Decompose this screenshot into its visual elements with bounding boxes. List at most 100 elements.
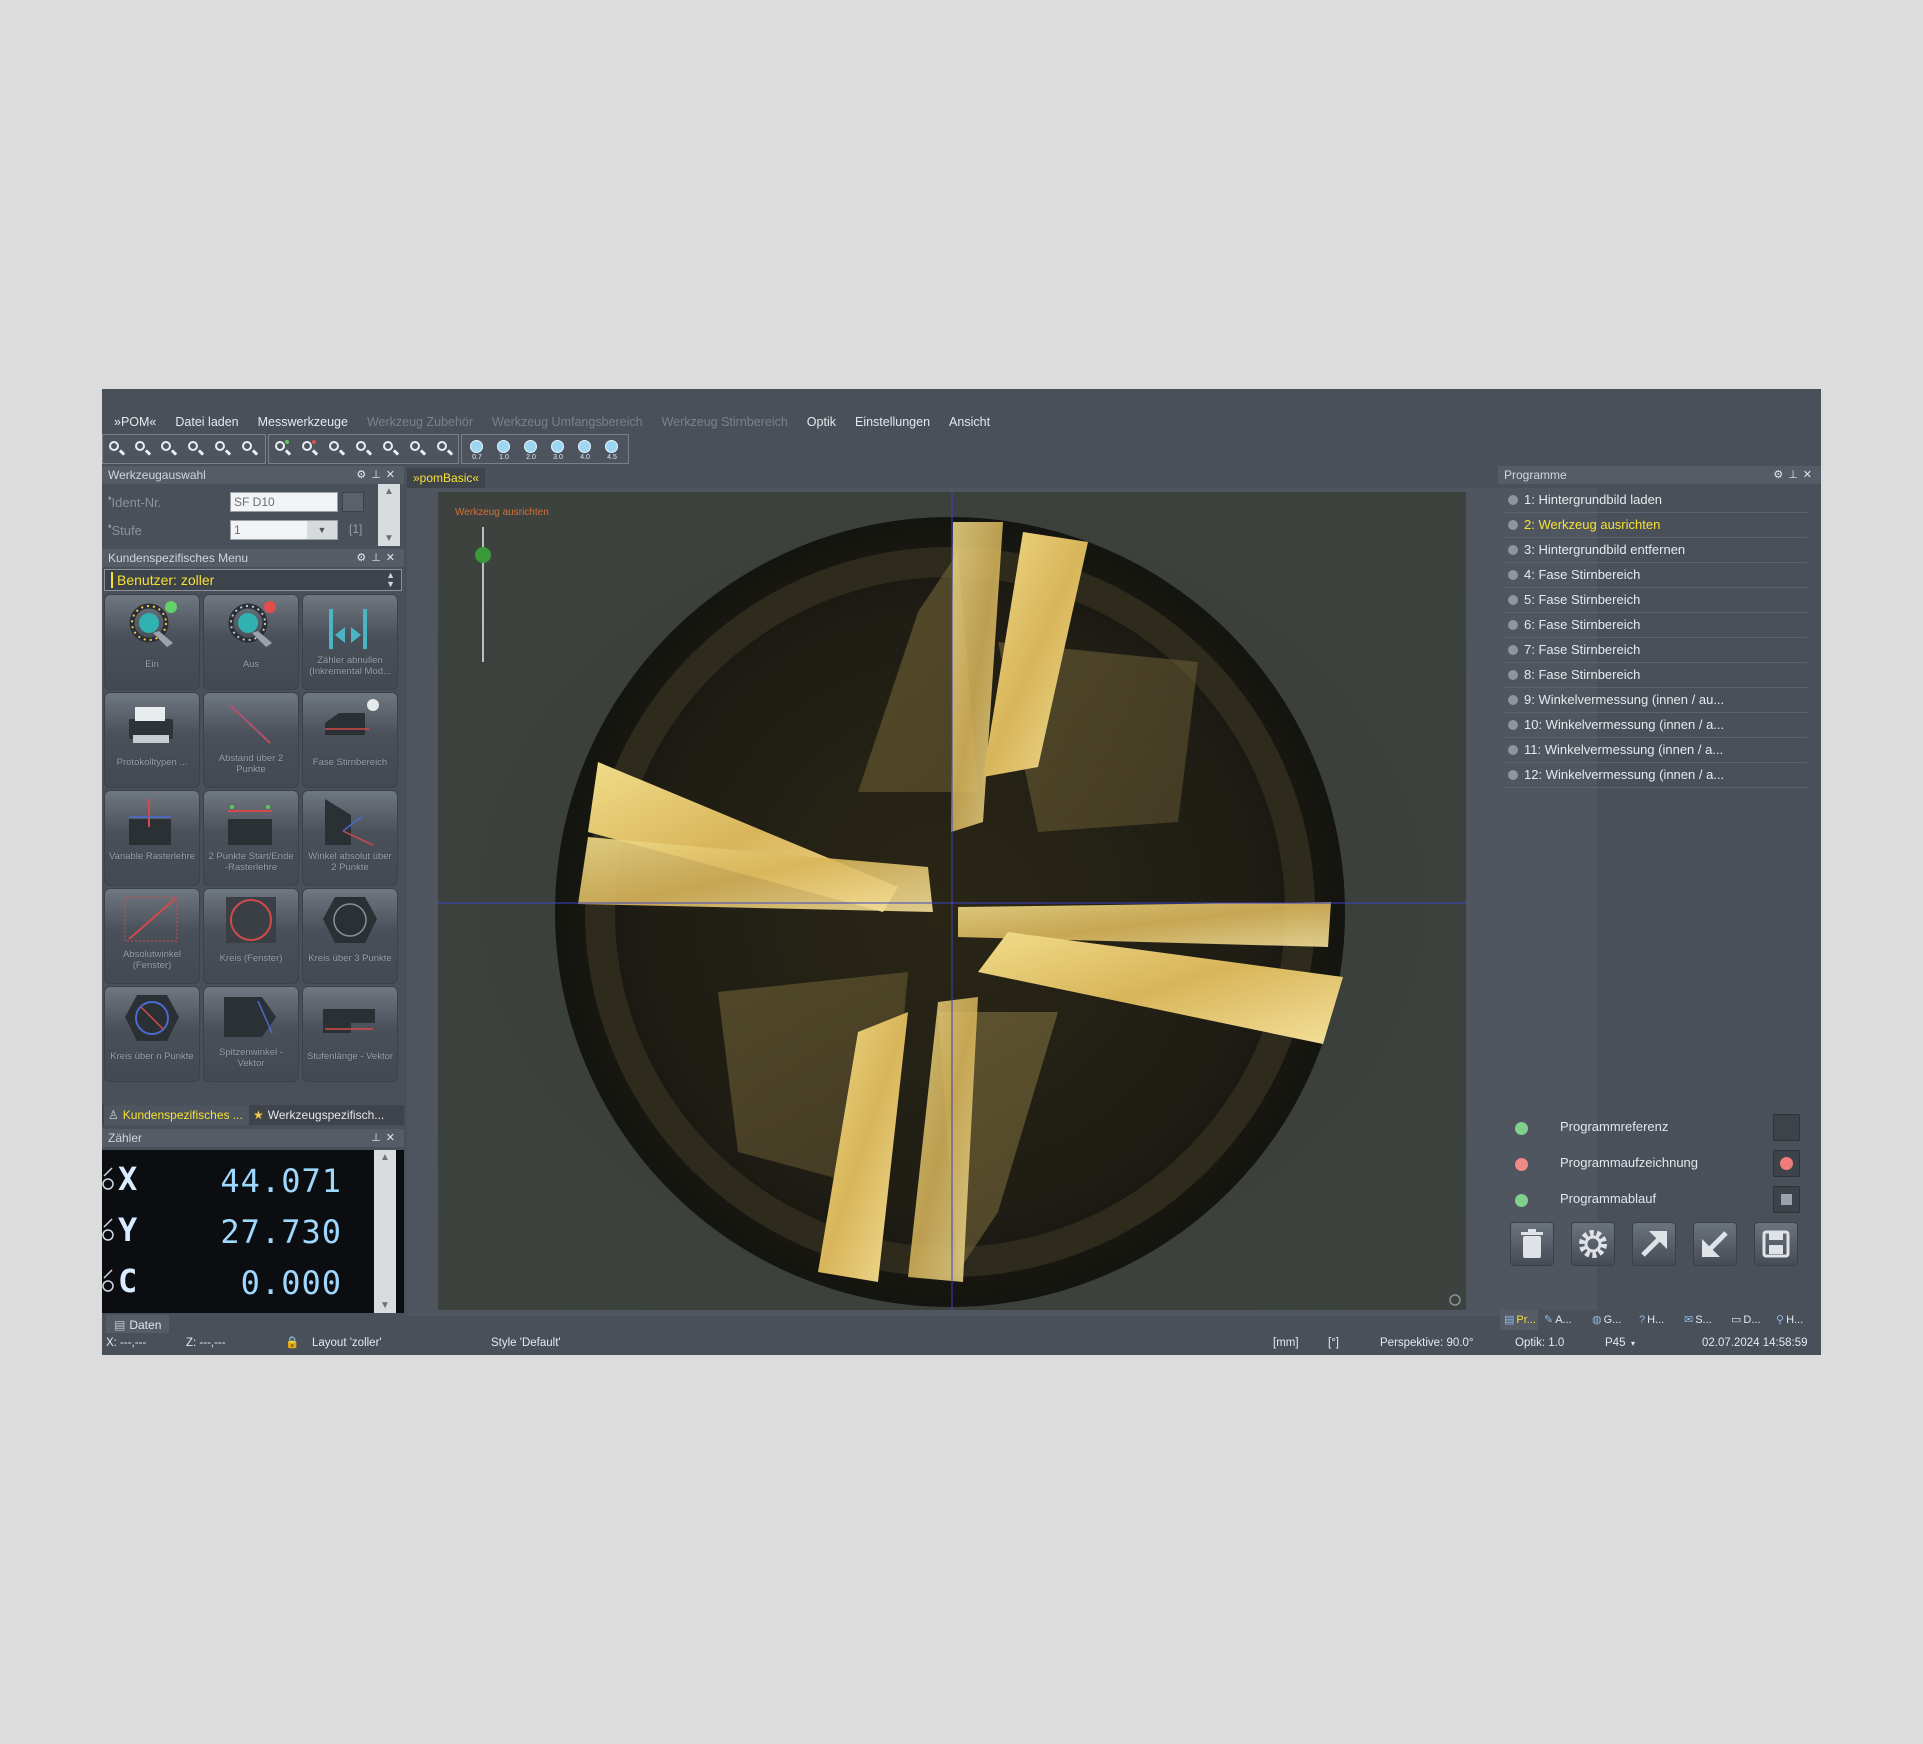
- menu-werkzeug-zubehoer[interactable]: Werkzeug Zubehör: [367, 415, 473, 429]
- menu-werkzeug-umfangsbereich[interactable]: Werkzeug Umfangsbereich: [492, 415, 643, 429]
- measure-line-icon[interactable]: [299, 439, 321, 461]
- record-icon[interactable]: [1773, 1150, 1800, 1177]
- save-button[interactable]: [1754, 1222, 1798, 1266]
- chevron-down-icon[interactable]: ▼: [307, 521, 337, 539]
- updown-icon[interactable]: ▲ ▼: [386, 571, 395, 589]
- program-item-1[interactable]: 1: Hintergrundbild laden: [1504, 488, 1807, 513]
- program-item-2[interactable]: 2: Werkzeug ausrichten: [1504, 513, 1807, 538]
- user-selector[interactable]: Benutzer: zoller ▲ ▼: [104, 569, 402, 591]
- magnification-2-0-button[interactable]: 2.0: [520, 440, 542, 462]
- tile-zaehler-abnullen[interactable]: Zähler abnullen (Inkremental Mod...: [302, 594, 398, 690]
- tile-stufenlaenge[interactable]: Stufenlänge - Vektor: [302, 986, 398, 1082]
- chevron-down-icon[interactable]: ▾: [1631, 1339, 1635, 1348]
- magnification-3-0-button[interactable]: 3.0: [547, 440, 569, 462]
- program-item-8[interactable]: 8: Fase Stirnbereich: [1504, 663, 1807, 688]
- zoom-window-icon[interactable]: [212, 439, 234, 461]
- scroll-up-icon[interactable]: ▲: [378, 486, 400, 497]
- reference-icon[interactable]: [1773, 1114, 1800, 1141]
- tile-winkel-absolut[interactable]: Winkel absolut über 2 Punkte: [302, 790, 398, 886]
- magnification-0-7-button[interactable]: 0.7: [466, 440, 488, 462]
- tab-h[interactable]: ? H...: [1639, 1310, 1664, 1330]
- magnification-1-0-button[interactable]: 1.0: [493, 440, 515, 462]
- tab-werkzeugspezifisch[interactable]: ★ Werkzeugspezifisch...: [253, 1105, 384, 1125]
- measure-dollar-icon[interactable]: [434, 439, 456, 461]
- tile-kreis-n-punkte[interactable]: Kreis über n Punkte: [104, 986, 200, 1082]
- program-item-7[interactable]: 7: Fase Stirnbereich: [1504, 638, 1807, 663]
- counter-scrollbar[interactable]: ▲ ▼: [374, 1150, 396, 1313]
- tile-variable-rasterlehre[interactable]: Variable Rasterlehre: [104, 790, 200, 886]
- measure-angle-icon[interactable]: [326, 439, 348, 461]
- zoom-out-icon[interactable]: [132, 439, 154, 461]
- zoom-fit-icon[interactable]: [158, 439, 180, 461]
- ident-lookup-button[interactable]: [342, 492, 364, 512]
- program-item-3[interactable]: 3: Hintergrundbild entfernen: [1504, 538, 1807, 563]
- tab-pombasic[interactable]: »pomBasic«: [407, 468, 486, 488]
- zoom-plus-icon[interactable]: [239, 439, 261, 461]
- export-button[interactable]: [1632, 1222, 1676, 1266]
- tile-label: Spitzenwinkel - Vektor: [219, 1047, 283, 1069]
- menu-messwerkzeuge[interactable]: Messwerkzeuge: [258, 415, 348, 429]
- status-p45[interactable]: P45: [1605, 1337, 1625, 1349]
- panel-controls[interactable]: ⚙⊥✕: [356, 549, 400, 567]
- tile-kreis-fenster[interactable]: Kreis (Fenster): [203, 888, 299, 984]
- tile-protokolltypen[interactable]: Protokolltypen ...: [104, 692, 200, 788]
- tab-kundenspezifisches[interactable]: ♙ Kundenspezifisches ...: [104, 1105, 249, 1125]
- magnification-4-5-button[interactable]: 4.5: [601, 440, 623, 462]
- menu-einstellungen[interactable]: Einstellungen: [855, 415, 930, 429]
- scroll-down-icon[interactable]: ▼: [378, 533, 400, 544]
- menu-datei-laden[interactable]: Datei laden: [175, 415, 238, 429]
- tab-programme[interactable]: ▤ Pr...: [1500, 1310, 1538, 1330]
- tab-h2[interactable]: ⚲ H...: [1776, 1310, 1803, 1330]
- status-unit-mm[interactable]: [mm]: [1273, 1337, 1299, 1349]
- tile-ein[interactable]: Ein: [104, 594, 200, 690]
- zoom-100-icon[interactable]: [185, 439, 207, 461]
- axis-toggle-icon[interactable]: [102, 1268, 115, 1294]
- program-item-12[interactable]: 12: Winkelvermessung (innen / a...: [1504, 763, 1807, 788]
- tile-fase-stirnbereich[interactable]: Fase Stirnbereich: [302, 692, 398, 788]
- stop-icon[interactable]: [1773, 1186, 1800, 1213]
- camera-view[interactable]: Werkzeug ausrichten: [438, 492, 1466, 1310]
- tab-g[interactable]: ◍ G...: [1592, 1310, 1621, 1330]
- tile-kreis-3-punkte[interactable]: Kreis über 3 Punkte: [302, 888, 398, 984]
- menu-ansicht[interactable]: Ansicht: [949, 415, 990, 429]
- scroll-down-icon[interactable]: ▼: [374, 1300, 396, 1311]
- panel-controls[interactable]: ⚙⊥✕: [1773, 466, 1817, 484]
- scroll-up-icon[interactable]: ▲: [374, 1152, 396, 1163]
- tile-abstand-2-punkte[interactable]: Abstand über 2 Punkte: [203, 692, 299, 788]
- tile-aus[interactable]: Aus: [203, 594, 299, 690]
- program-item-10[interactable]: 10: Winkelvermessung (innen / a...: [1504, 713, 1807, 738]
- tile-spitzenwinkel[interactable]: Spitzenwinkel - Vektor: [203, 986, 299, 1082]
- menu-werkzeug-stirnbereich[interactable]: Werkzeug Stirnbereich: [662, 415, 788, 429]
- tab-d[interactable]: ▭ D...: [1731, 1310, 1761, 1330]
- measure-curve-icon[interactable]: [380, 439, 402, 461]
- measure-minus-icon[interactable]: [353, 439, 375, 461]
- magnification-4-0-button[interactable]: 4.0: [574, 440, 596, 462]
- program-item-5[interactable]: 5: Fase Stirnbereich: [1504, 588, 1807, 613]
- program-item-4[interactable]: 4: Fase Stirnbereich: [1504, 563, 1807, 588]
- tab-daten[interactable]: ▤ Daten: [106, 1315, 170, 1335]
- tile-absolutwinkel-fenster[interactable]: Absolutwinkel (Fenster): [104, 888, 200, 984]
- tile-2-punkte-rasterlehre[interactable]: 2 Punkte Start/Ende -Rasterlehre: [203, 790, 299, 886]
- axis-toggle-icon[interactable]: [102, 1217, 115, 1243]
- delete-button[interactable]: [1510, 1222, 1554, 1266]
- measure-light-icon[interactable]: [407, 439, 429, 461]
- axis-toggle-icon[interactable]: [102, 1166, 115, 1192]
- panel-controls[interactable]: ⊥✕: [371, 1129, 400, 1147]
- settings-button[interactable]: [1571, 1222, 1615, 1266]
- tab-a[interactable]: ✎ A...: [1544, 1310, 1572, 1330]
- import-button[interactable]: [1693, 1222, 1737, 1266]
- program-item-6[interactable]: 6: Fase Stirnbereich: [1504, 613, 1807, 638]
- zoom-in-icon[interactable]: [106, 439, 128, 461]
- ident-input[interactable]: SF D10: [230, 492, 338, 512]
- panel-controls[interactable]: ⚙⊥✕: [356, 466, 400, 484]
- program-item-11[interactable]: 11: Winkelvermessung (innen / a...: [1504, 738, 1807, 763]
- program-item-9[interactable]: 9: Winkelvermessung (innen / au...: [1504, 688, 1807, 713]
- werkzeugauswahl-scrollbar[interactable]: ▲ ▼: [378, 484, 400, 546]
- lock-icon[interactable]: 🔒: [285, 1335, 299, 1349]
- status-unit-deg[interactable]: [°]: [1328, 1337, 1339, 1349]
- menu-pom[interactable]: »POM«: [114, 415, 156, 429]
- tab-s[interactable]: ✉ S...: [1684, 1310, 1712, 1330]
- menu-optik[interactable]: Optik: [807, 415, 836, 429]
- stufe-select[interactable]: 1 ▼: [230, 520, 338, 540]
- measure-point-icon[interactable]: [272, 439, 294, 461]
